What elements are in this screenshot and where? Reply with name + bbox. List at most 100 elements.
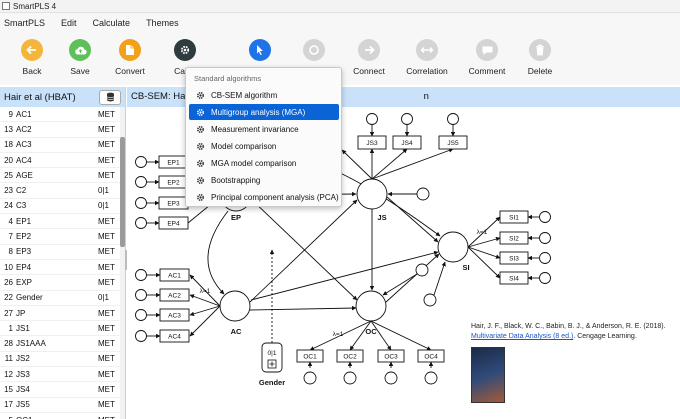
error-term[interactable] bbox=[135, 289, 147, 301]
menu-calculate[interactable]: Calculate bbox=[85, 13, 139, 33]
error-term[interactable] bbox=[135, 330, 147, 342]
path-arrow[interactable] bbox=[433, 261, 446, 296]
path-arrow[interactable] bbox=[249, 305, 357, 311]
path-arrow[interactable] bbox=[207, 210, 229, 295]
variable-type: MET bbox=[98, 339, 115, 349]
path-arrow[interactable] bbox=[370, 320, 432, 351]
variable-row[interactable]: 12 JS3 MET bbox=[0, 367, 120, 383]
error-term[interactable] bbox=[415, 263, 429, 277]
error-term[interactable] bbox=[424, 371, 438, 385]
construct-oc[interactable] bbox=[355, 290, 387, 322]
variable-index: 20 bbox=[4, 155, 13, 165]
variable-row[interactable]: 4 EP1 MET bbox=[0, 214, 120, 230]
error-term[interactable] bbox=[447, 113, 459, 125]
variable-row[interactable]: 5OC1MET bbox=[0, 413, 120, 419]
variable-row[interactable]: 7 EP2 MET bbox=[0, 229, 120, 245]
variable-name: AC3 bbox=[16, 140, 32, 150]
error-term[interactable] bbox=[135, 156, 147, 168]
menu-item-bootstrapping[interactable]: Bootstrapping bbox=[189, 172, 339, 188]
menu-themes[interactable]: Themes bbox=[138, 13, 187, 33]
path-arrow[interactable] bbox=[189, 294, 221, 307]
reference-link[interactable]: Multivariate Data Analysis (8 ed.) bbox=[471, 333, 573, 340]
error-term[interactable] bbox=[343, 371, 357, 385]
error-term[interactable] bbox=[384, 371, 398, 385]
error-term[interactable] bbox=[539, 272, 551, 284]
variable-list: 9 AC1 MET 13 AC2 MET 18 AC3 MET 20 AC4 MET 25 AGE MET 2… bbox=[0, 107, 120, 419]
variable-row[interactable]: 9 AC1 MET bbox=[0, 107, 120, 123]
indicator-label: SI1 bbox=[509, 215, 519, 222]
variable-row[interactable]: 28 JS1AAA MET bbox=[0, 336, 120, 352]
delete-button[interactable]: Delete bbox=[510, 39, 570, 76]
menu-item-model-comparison[interactable]: Model comparison bbox=[189, 138, 339, 154]
variable-row[interactable]: 20 AC4 MET bbox=[0, 153, 120, 169]
correlation-button[interactable]: Correlation bbox=[397, 39, 457, 76]
reference-text: Hair, J. F., Black, W. C., Babin, B. J.,… bbox=[471, 322, 671, 342]
menu-item-multigroup-analysis[interactable]: Multigroup analysis (MGA) bbox=[189, 104, 339, 120]
variable-name: EP1 bbox=[16, 216, 32, 226]
error-term[interactable] bbox=[416, 187, 430, 201]
path-arrow[interactable] bbox=[371, 148, 454, 180]
indicator-label: JS3 bbox=[366, 140, 378, 147]
path-arrow[interactable] bbox=[467, 246, 501, 279]
database-icon bbox=[106, 92, 114, 102]
select-tool-button[interactable] bbox=[230, 39, 290, 66]
variable-index: 18 bbox=[4, 140, 13, 150]
menu-item-label: CB-SEM algorithm bbox=[211, 90, 278, 100]
variable-row[interactable]: 17 JS5 MET bbox=[0, 398, 120, 413]
variable-row[interactable]: 11 JS2 MET bbox=[0, 352, 120, 368]
dropdown-section-header: Standard algorithms bbox=[194, 74, 262, 83]
error-term[interactable] bbox=[423, 293, 437, 307]
error-term[interactable] bbox=[303, 371, 317, 385]
path-arrow[interactable] bbox=[250, 198, 358, 301]
panel-header: Hair et al (HBAT) bbox=[0, 87, 125, 107]
variable-row[interactable]: 24 C3 0|1 bbox=[0, 199, 120, 215]
error-term[interactable] bbox=[135, 176, 147, 188]
error-term[interactable] bbox=[366, 113, 378, 125]
variable-row[interactable]: 25 AGE MET bbox=[0, 168, 120, 184]
variable-row[interactable]: 1 JS1 MET bbox=[0, 321, 120, 337]
menu-item-mga-model-comparison[interactable]: MGA model comparison bbox=[189, 155, 339, 171]
variable-row[interactable]: 8 EP3 MET bbox=[0, 245, 120, 260]
path-arrow[interactable] bbox=[382, 273, 418, 296]
gear-icon bbox=[197, 91, 204, 99]
error-term[interactable] bbox=[135, 217, 147, 229]
error-term[interactable] bbox=[539, 252, 551, 264]
path-arrow[interactable] bbox=[467, 246, 501, 259]
scrollbar-thumb[interactable] bbox=[120, 137, 125, 247]
menu-item-measurement-invariance[interactable]: Measurement invariance bbox=[189, 121, 339, 137]
variable-row[interactable]: 13 AC2 MET bbox=[0, 122, 120, 138]
error-term[interactable] bbox=[539, 232, 551, 244]
variable-name: AC4 bbox=[16, 155, 32, 165]
variable-row[interactable]: 15 JS4 MET bbox=[0, 382, 120, 398]
error-term[interactable] bbox=[539, 211, 551, 223]
menu-edit[interactable]: Edit bbox=[53, 13, 85, 33]
error-term[interactable] bbox=[401, 113, 413, 125]
app-icon bbox=[2, 2, 10, 10]
error-term[interactable] bbox=[135, 309, 147, 321]
variable-row[interactable]: 26 EXP MET bbox=[0, 275, 120, 291]
variable-row[interactable]: 23 C2 0|1 bbox=[0, 183, 120, 199]
construct-si[interactable] bbox=[437, 231, 469, 263]
construct-ac[interactable] bbox=[219, 290, 251, 322]
variable-row[interactable]: 22 Gender 0|1 bbox=[0, 291, 120, 306]
error-term[interactable] bbox=[135, 197, 147, 209]
error-term[interactable] bbox=[135, 269, 147, 281]
construct-js[interactable] bbox=[356, 178, 388, 210]
convert-button[interactable]: Convert bbox=[100, 39, 160, 76]
menu-smartpls[interactable]: SmartPLS bbox=[0, 13, 53, 33]
variable-name: AC2 bbox=[16, 124, 32, 134]
path-arrow[interactable] bbox=[341, 149, 373, 180]
variable-row[interactable]: 10 EP4 MET bbox=[0, 260, 120, 276]
connect-button[interactable]: Connect bbox=[339, 39, 399, 76]
path-arrow[interactable] bbox=[386, 196, 439, 243]
database-button[interactable] bbox=[99, 89, 121, 105]
indicator-label: AC2 bbox=[168, 293, 181, 300]
menu-item-pca[interactable]: Principal component analysis (PCA) bbox=[189, 189, 339, 205]
path-arrow[interactable] bbox=[250, 250, 439, 301]
construct-tool-button[interactable] bbox=[284, 39, 344, 66]
comment-button[interactable]: Comment bbox=[457, 39, 517, 76]
variable-row[interactable]: 27 JP MET bbox=[0, 306, 120, 322]
variable-row[interactable]: 18 AC3 MET bbox=[0, 138, 120, 153]
menu-item-cb-sem-algorithm[interactable]: CB-SEM algorithm bbox=[189, 87, 339, 103]
path-arrow[interactable] bbox=[371, 148, 408, 180]
